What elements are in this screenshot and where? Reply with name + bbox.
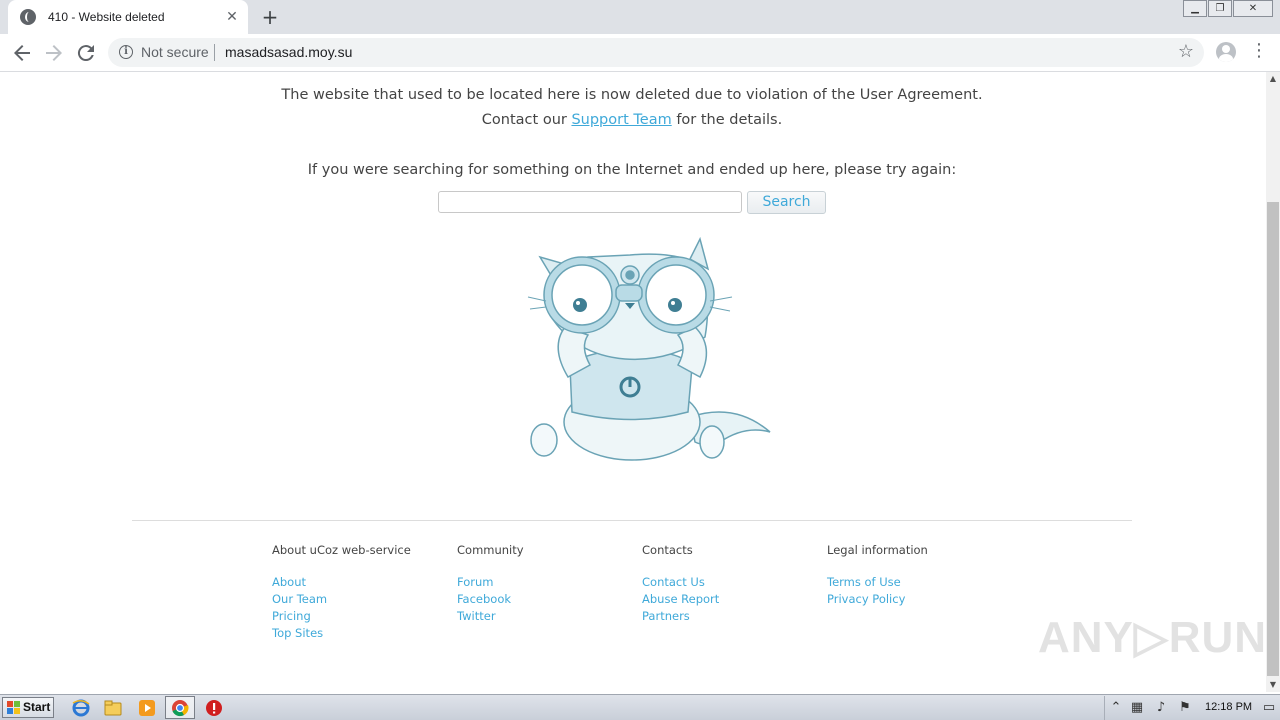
menu-dots-icon[interactable]: ⋮ [1250, 42, 1268, 62]
footer-link-about[interactable]: About [272, 574, 452, 591]
stop-icon[interactable] [205, 699, 223, 717]
screen: 410 - Website deleted ✕ + ▁ ❐ ✕ i Not se… [0, 0, 1280, 720]
footer-link-contact-us[interactable]: Contact Us [642, 574, 822, 591]
close-window-button[interactable]: ✕ [1233, 0, 1273, 17]
search-input[interactable] [438, 191, 742, 213]
chrome-icon[interactable] [171, 699, 189, 717]
security-label[interactable]: Not secure [141, 44, 209, 60]
footer-link-partners[interactable]: Partners [642, 608, 822, 625]
bookmark-star-icon[interactable]: ☆ [1178, 41, 1194, 62]
tray-expand-icon[interactable]: ⌃ [1108, 700, 1124, 716]
volume-icon[interactable]: ♪ [1153, 700, 1169, 716]
start-label: Start [23, 700, 51, 714]
taskbar-clock[interactable]: 12:18 PM [1205, 701, 1252, 713]
tab-strip: 410 - Website deleted ✕ + ▁ ❐ ✕ [0, 0, 1280, 34]
info-icon[interactable]: i [119, 45, 133, 59]
footer-column-about: About uCoz web-service About Our Team Pr… [272, 543, 452, 642]
footer-link-abuse-report[interactable]: Abuse Report [642, 591, 822, 608]
footer-column-legal: Legal information Terms of Use Privacy P… [827, 543, 1007, 608]
show-desktop-icon[interactable]: ▭ [1261, 700, 1277, 716]
forward-icon[interactable] [42, 41, 66, 65]
footer-link-terms[interactable]: Terms of Use [827, 574, 1007, 591]
scroll-up-arrow-icon[interactable]: ▲ [1266, 72, 1280, 86]
reload-icon[interactable] [74, 41, 98, 65]
contact-text-after: for the details. [671, 112, 783, 128]
media-player-icon[interactable] [138, 699, 156, 717]
cat-mascot-illustration [527, 237, 771, 461]
new-tab-button[interactable]: + [258, 5, 282, 29]
deleted-message: The website that used to be located here… [281, 87, 983, 103]
start-button[interactable]: Start [2, 697, 54, 718]
restore-button[interactable]: ❐ [1208, 0, 1232, 17]
browser-toolbar: i Not secure masadsasad.moy.su ☆ ⋮ [0, 34, 1280, 72]
minimize-button[interactable]: ▁ [1183, 0, 1207, 17]
search-button[interactable]: Search [747, 191, 826, 214]
omnibox-divider [214, 44, 215, 61]
explorer-folder-icon[interactable] [104, 699, 122, 717]
action-center-flag-icon[interactable]: ⚑ [1177, 700, 1193, 716]
footer-link-pricing[interactable]: Pricing [272, 608, 452, 625]
footer-link-privacy[interactable]: Privacy Policy [827, 591, 1007, 608]
contact-message: Contact our Support Team for the details… [0, 112, 1264, 128]
scroll-thumb[interactable] [1267, 202, 1279, 676]
contact-text-before: Contact our [481, 112, 572, 128]
footer-heading: About uCoz web-service [272, 543, 411, 557]
footer-link-our-team[interactable]: Our Team [272, 591, 452, 608]
tab-close-icon[interactable]: ✕ [224, 9, 240, 25]
internet-explorer-icon[interactable] [72, 699, 90, 717]
back-icon[interactable] [10, 41, 34, 65]
page-content: The website that used to be located here… [0, 72, 1266, 692]
page-scrollbar[interactable]: ▲ ▼ [1266, 72, 1280, 692]
footer-link-facebook[interactable]: Facebook [457, 591, 637, 608]
footer-heading: Contacts [642, 543, 693, 557]
network-icon[interactable]: ▦ [1129, 700, 1145, 716]
support-team-link[interactable]: Support Team [571, 112, 671, 128]
profile-avatar-icon[interactable] [1216, 42, 1236, 62]
footer-link-forum[interactable]: Forum [457, 574, 637, 591]
tab-title: 410 - Website deleted [48, 10, 165, 24]
footer-column-community: Community Forum Facebook Twitter [457, 543, 637, 625]
windows-taskbar: Start ⌃ ▦ ♪ ⚑ 12:18 PM ▭ [0, 694, 1280, 720]
footer-link-twitter[interactable]: Twitter [457, 608, 637, 625]
anyrun-watermark: ANY▷RUN [1038, 613, 1266, 662]
url-text[interactable]: masadsasad.moy.su [225, 44, 352, 60]
footer-heading: Legal information [827, 543, 928, 557]
browser-tab[interactable]: 410 - Website deleted ✕ [8, 0, 248, 34]
footer-divider [132, 520, 1132, 521]
footer-heading: Community [457, 543, 524, 557]
search-prompt: If you were searching for something on t… [307, 162, 957, 178]
footer-column-contacts: Contacts Contact Us Abuse Report Partner… [642, 543, 822, 625]
system-tray: ⌃ ▦ ♪ ⚑ 12:18 PM ▭ [1104, 696, 1280, 720]
footer-link-top-sites[interactable]: Top Sites [272, 625, 452, 642]
address-bar[interactable]: i Not secure masadsasad.moy.su ☆ [108, 38, 1204, 67]
windows-logo-icon [7, 701, 20, 714]
scroll-down-arrow-icon[interactable]: ▼ [1266, 678, 1280, 692]
globe-icon [20, 9, 36, 25]
